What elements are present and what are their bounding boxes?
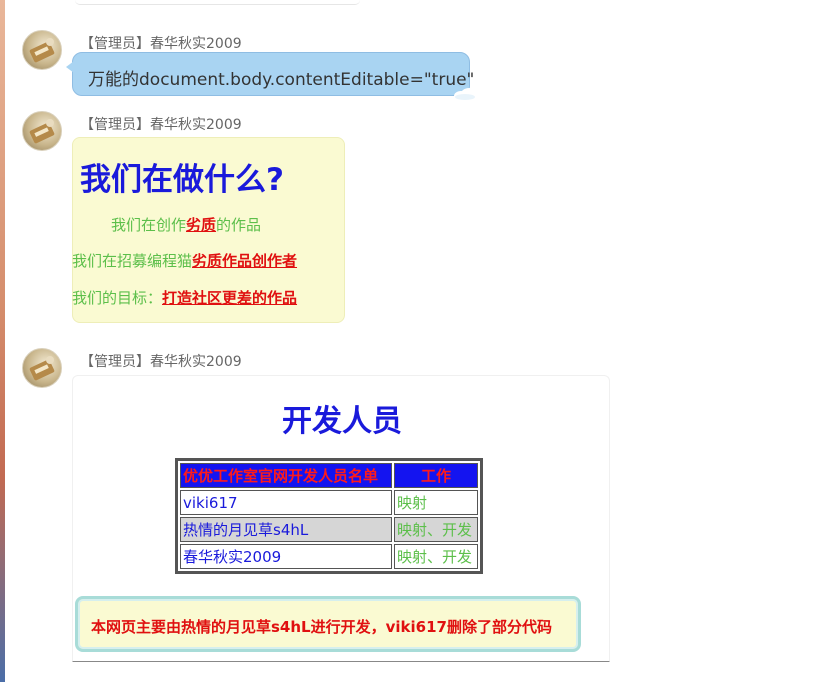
line-text: 我们在招募编程猫 [72, 252, 193, 270]
avatar-image-icon [29, 38, 55, 63]
table-header-cell: 工作 [394, 463, 478, 488]
message-heading: 我们在做什么? [80, 162, 284, 198]
previous-message-edge [75, 0, 360, 5]
avatar[interactable] [22, 111, 62, 151]
table-cell: 映射 [394, 490, 478, 515]
table-row: viki617 映射 [180, 490, 478, 515]
sender-name: 【管理员】春华秋实2009 [80, 117, 242, 133]
inline-link[interactable]: 打造社区更差的作品 [162, 289, 297, 307]
message-line: 我们在创作劣质的作品 [111, 214, 261, 235]
cloud-decoration-icon [454, 88, 477, 101]
line-text: 我们在创作 [111, 216, 187, 234]
inline-link[interactable]: 劣质作品创作者 [192, 252, 297, 270]
left-background-strip [0, 0, 5, 682]
message-line: 我们的目标：打造社区更差的作品 [72, 287, 297, 308]
table-row: 春华秋实2009 映射、开发 [180, 544, 478, 569]
line-text: 我们的目标： [72, 289, 163, 307]
notice-text: 本网页主要由热情的月见草s4hL进行开发，viki617删除了部分代码 [91, 618, 552, 636]
table-cell: 春华秋实2009 [180, 544, 392, 569]
message-card: 开发人员 优优工作室官网开发人员名单 工作 viki617 映射 热情的月见草s… [72, 375, 610, 662]
avatar[interactable] [22, 30, 62, 70]
table-header-row: 优优工作室官网开发人员名单 工作 [180, 463, 478, 488]
message-text: 万能的document.body.contentEditable="true" [88, 70, 475, 90]
table-cell: viki617 [180, 490, 392, 515]
message-line: 我们在招募编程猫劣质作品创作者 [72, 250, 297, 271]
message-bubble: 我们在做什么? 我们在创作劣质的作品 我们在招募编程猫劣质作品创作者 我们的目标… [72, 137, 345, 323]
bubble-tail [66, 61, 74, 73]
table-cell: 映射、开发 [394, 517, 478, 542]
avatar-image-icon [29, 356, 55, 381]
notice-box: 本网页主要由热情的月见草s4hL进行开发，viki617删除了部分代码 [75, 596, 581, 652]
inline-link[interactable]: 劣质 [186, 216, 216, 234]
sender-name: 【管理员】春华秋实2009 [80, 36, 242, 52]
table-cell: 热情的月见草s4hL [180, 517, 392, 542]
card-heading: 开发人员 [282, 404, 402, 439]
avatar-image-icon [29, 119, 55, 144]
table-row: 热情的月见草s4hL 映射、开发 [180, 517, 478, 542]
line-text: 的作品 [216, 216, 262, 234]
developer-table: 优优工作室官网开发人员名单 工作 viki617 映射 热情的月见草s4hL 映… [175, 458, 483, 574]
table-cell: 映射、开发 [394, 544, 478, 569]
table-header-cell: 优优工作室官网开发人员名单 [180, 463, 392, 488]
sender-name: 【管理员】春华秋实2009 [80, 354, 242, 370]
message-bubble: 万能的document.body.contentEditable="true" [66, 52, 477, 101]
avatar[interactable] [22, 348, 62, 388]
